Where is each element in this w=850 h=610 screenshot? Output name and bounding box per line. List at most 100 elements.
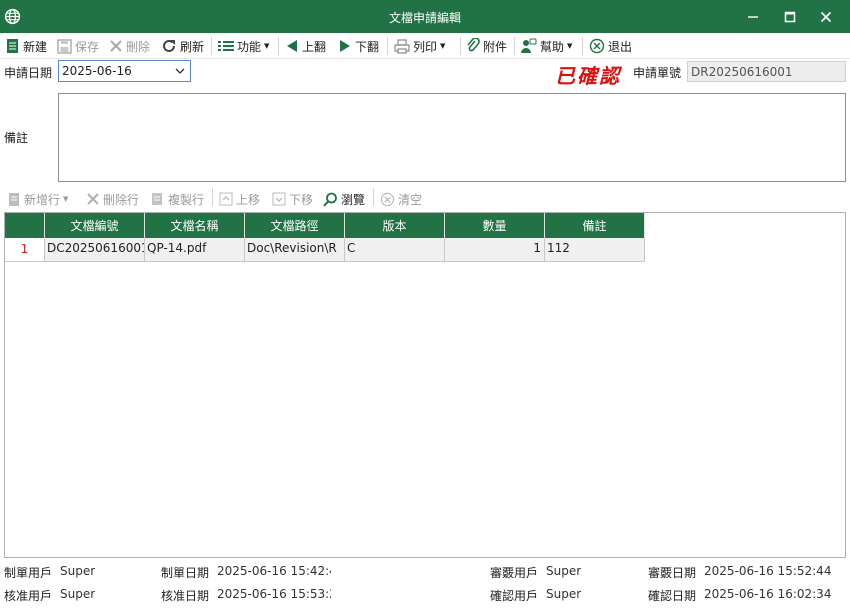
qty-cell[interactable]: 1 bbox=[445, 238, 545, 262]
date-picker[interactable]: 2025-06-16 bbox=[58, 60, 191, 82]
paperclip-icon bbox=[467, 38, 480, 52]
refresh-button[interactable]: 刷新 bbox=[161, 36, 204, 56]
functions-menu[interactable]: 功能 ▼ bbox=[218, 36, 269, 56]
copy-row-label: 複製行 bbox=[168, 192, 205, 207]
attachment-label: 附件 bbox=[483, 39, 508, 54]
add-row-label: 新增行 bbox=[24, 192, 61, 207]
row-index[interactable]: 1 bbox=[5, 238, 45, 262]
minimize-icon bbox=[748, 15, 758, 18]
note-cell[interactable]: 112 bbox=[545, 238, 645, 262]
help-label: 幫助 bbox=[540, 39, 565, 54]
chevron-down-icon[interactable] bbox=[174, 65, 186, 77]
next-label: 下翻 bbox=[355, 39, 380, 54]
maker-value: Super bbox=[60, 564, 96, 578]
printer-icon bbox=[394, 38, 410, 54]
review-date-value: 2025-06-16 15:52:44 bbox=[704, 564, 832, 578]
list-icon bbox=[218, 41, 234, 51]
new-button[interactable]: 新建 bbox=[6, 36, 47, 56]
toolbar-divider bbox=[211, 37, 212, 55]
chevron-down-icon: ▼ bbox=[567, 42, 573, 50]
clear-button[interactable]: 清空 bbox=[380, 189, 422, 209]
refresh-label: 刷新 bbox=[180, 39, 205, 54]
move-down-button[interactable]: 下移 bbox=[272, 189, 313, 209]
make-date-label: 制單日期 bbox=[161, 566, 210, 580]
doc-no-cell[interactable]: DC20250616001 bbox=[45, 238, 145, 262]
approve-date-label: 核准日期 bbox=[161, 589, 210, 603]
browse-label: 瀏覽 bbox=[341, 192, 366, 207]
review-date-label: 審覈日期 bbox=[648, 566, 697, 580]
column-header[interactable]: 文檔編號 bbox=[45, 213, 145, 238]
prev-button[interactable]: 上翻 bbox=[285, 36, 326, 56]
print-label: 列印 bbox=[413, 39, 438, 54]
move-up-label: 上移 bbox=[236, 192, 261, 207]
approver-value: Super bbox=[60, 587, 96, 601]
date-label: 申請日期 bbox=[4, 66, 53, 80]
close-icon bbox=[820, 11, 832, 22]
chevron-down-icon: ▼ bbox=[440, 42, 446, 50]
exit-label: 退出 bbox=[608, 39, 633, 54]
chevron-down-icon: ▼ bbox=[63, 195, 69, 203]
reviewer-value: Super bbox=[546, 564, 582, 578]
column-header[interactable]: 備註 bbox=[545, 213, 645, 238]
help-user-icon bbox=[521, 38, 537, 53]
right-arrow-icon bbox=[340, 40, 350, 52]
prev-label: 上翻 bbox=[302, 39, 327, 54]
column-header[interactable]: 數量 bbox=[445, 213, 545, 238]
version-cell[interactable]: C bbox=[345, 238, 445, 262]
doc-path-cell[interactable]: Doc\Revision\R bbox=[245, 238, 345, 262]
confirm-date-value: 2025-06-16 16:02:34 bbox=[704, 587, 832, 601]
window-title: 文檔申請編輯 bbox=[388, 11, 461, 25]
left-arrow-icon bbox=[287, 40, 297, 52]
refresh-icon bbox=[163, 39, 175, 52]
toolbar-divider bbox=[582, 37, 583, 55]
new-label: 新建 bbox=[23, 39, 48, 54]
toolbar-divider bbox=[373, 188, 374, 206]
delete-row-button[interactable]: 刪除行 bbox=[86, 189, 139, 209]
delete-x-icon bbox=[87, 193, 99, 205]
print-menu[interactable]: 列印 ▼ bbox=[394, 36, 445, 56]
functions-label: 功能 bbox=[237, 39, 262, 54]
toolbar-divider bbox=[460, 37, 461, 55]
toolbar-divider bbox=[212, 188, 213, 206]
next-button[interactable]: 下翻 bbox=[338, 36, 379, 56]
copy-row-button[interactable]: 複製行 bbox=[151, 189, 204, 209]
approver-label: 核准用戶 bbox=[4, 589, 53, 603]
delete-button[interactable]: 刪除 bbox=[109, 36, 150, 56]
delete-label: 刪除 bbox=[126, 39, 151, 54]
delete-x-icon bbox=[110, 40, 122, 52]
move-up-button[interactable]: 上移 bbox=[219, 189, 260, 209]
docno-label: 申請單號 bbox=[633, 66, 682, 80]
new-doc-icon bbox=[9, 192, 19, 206]
document-grid[interactable]: 文檔編號 文檔名稱 文檔路徑 版本 數量 備註 1 DC20250616001 … bbox=[4, 212, 846, 558]
attachment-button[interactable]: 附件 bbox=[466, 36, 507, 56]
help-menu[interactable]: 幫助 ▼ bbox=[520, 36, 572, 56]
minimize-button[interactable] bbox=[736, 0, 770, 33]
reviewer-label: 審覈用戶 bbox=[490, 566, 539, 580]
docno-field[interactable]: DR20250616001 bbox=[687, 61, 846, 82]
date-value: 2025-06-16 bbox=[62, 64, 132, 78]
toolbar-divider bbox=[387, 37, 388, 55]
column-header[interactable]: 文檔名稱 bbox=[145, 213, 245, 238]
main-toolbar: 新建 保存 刪除 刷新 功能 ▼ 上翻 下翻 列印 ▼ 附件 幫助 ▼ 退出 bbox=[0, 33, 850, 59]
chevron-down-icon: ▼ bbox=[264, 42, 270, 50]
row-toolbar: 新增行 ▼ 刪除行 複製行 上移 下移 瀏覽 清空 bbox=[0, 186, 850, 208]
maker-label: 制單用戶 bbox=[4, 566, 53, 580]
maximize-button[interactable] bbox=[773, 0, 807, 33]
note-textarea[interactable] bbox=[58, 93, 846, 182]
delete-row-label: 刪除行 bbox=[103, 192, 140, 207]
exit-button[interactable]: 退出 bbox=[589, 36, 632, 56]
browse-button[interactable]: 瀏覽 bbox=[323, 189, 365, 209]
column-header[interactable]: 文檔路徑 bbox=[245, 213, 345, 238]
clear-label: 清空 bbox=[398, 192, 423, 207]
down-arrow-icon bbox=[272, 192, 286, 206]
search-icon bbox=[323, 192, 337, 207]
add-row-button[interactable]: 新增行 ▼ bbox=[8, 189, 68, 209]
exit-circle-icon bbox=[589, 38, 605, 54]
copy-icon bbox=[152, 192, 162, 205]
close-button[interactable] bbox=[809, 0, 843, 33]
maximize-icon bbox=[784, 11, 796, 22]
move-down-label: 下移 bbox=[289, 192, 314, 207]
save-button[interactable]: 保存 bbox=[57, 36, 99, 56]
column-header[interactable]: 版本 bbox=[345, 213, 445, 238]
doc-name-cell[interactable]: QP-14.pdf bbox=[145, 238, 245, 262]
